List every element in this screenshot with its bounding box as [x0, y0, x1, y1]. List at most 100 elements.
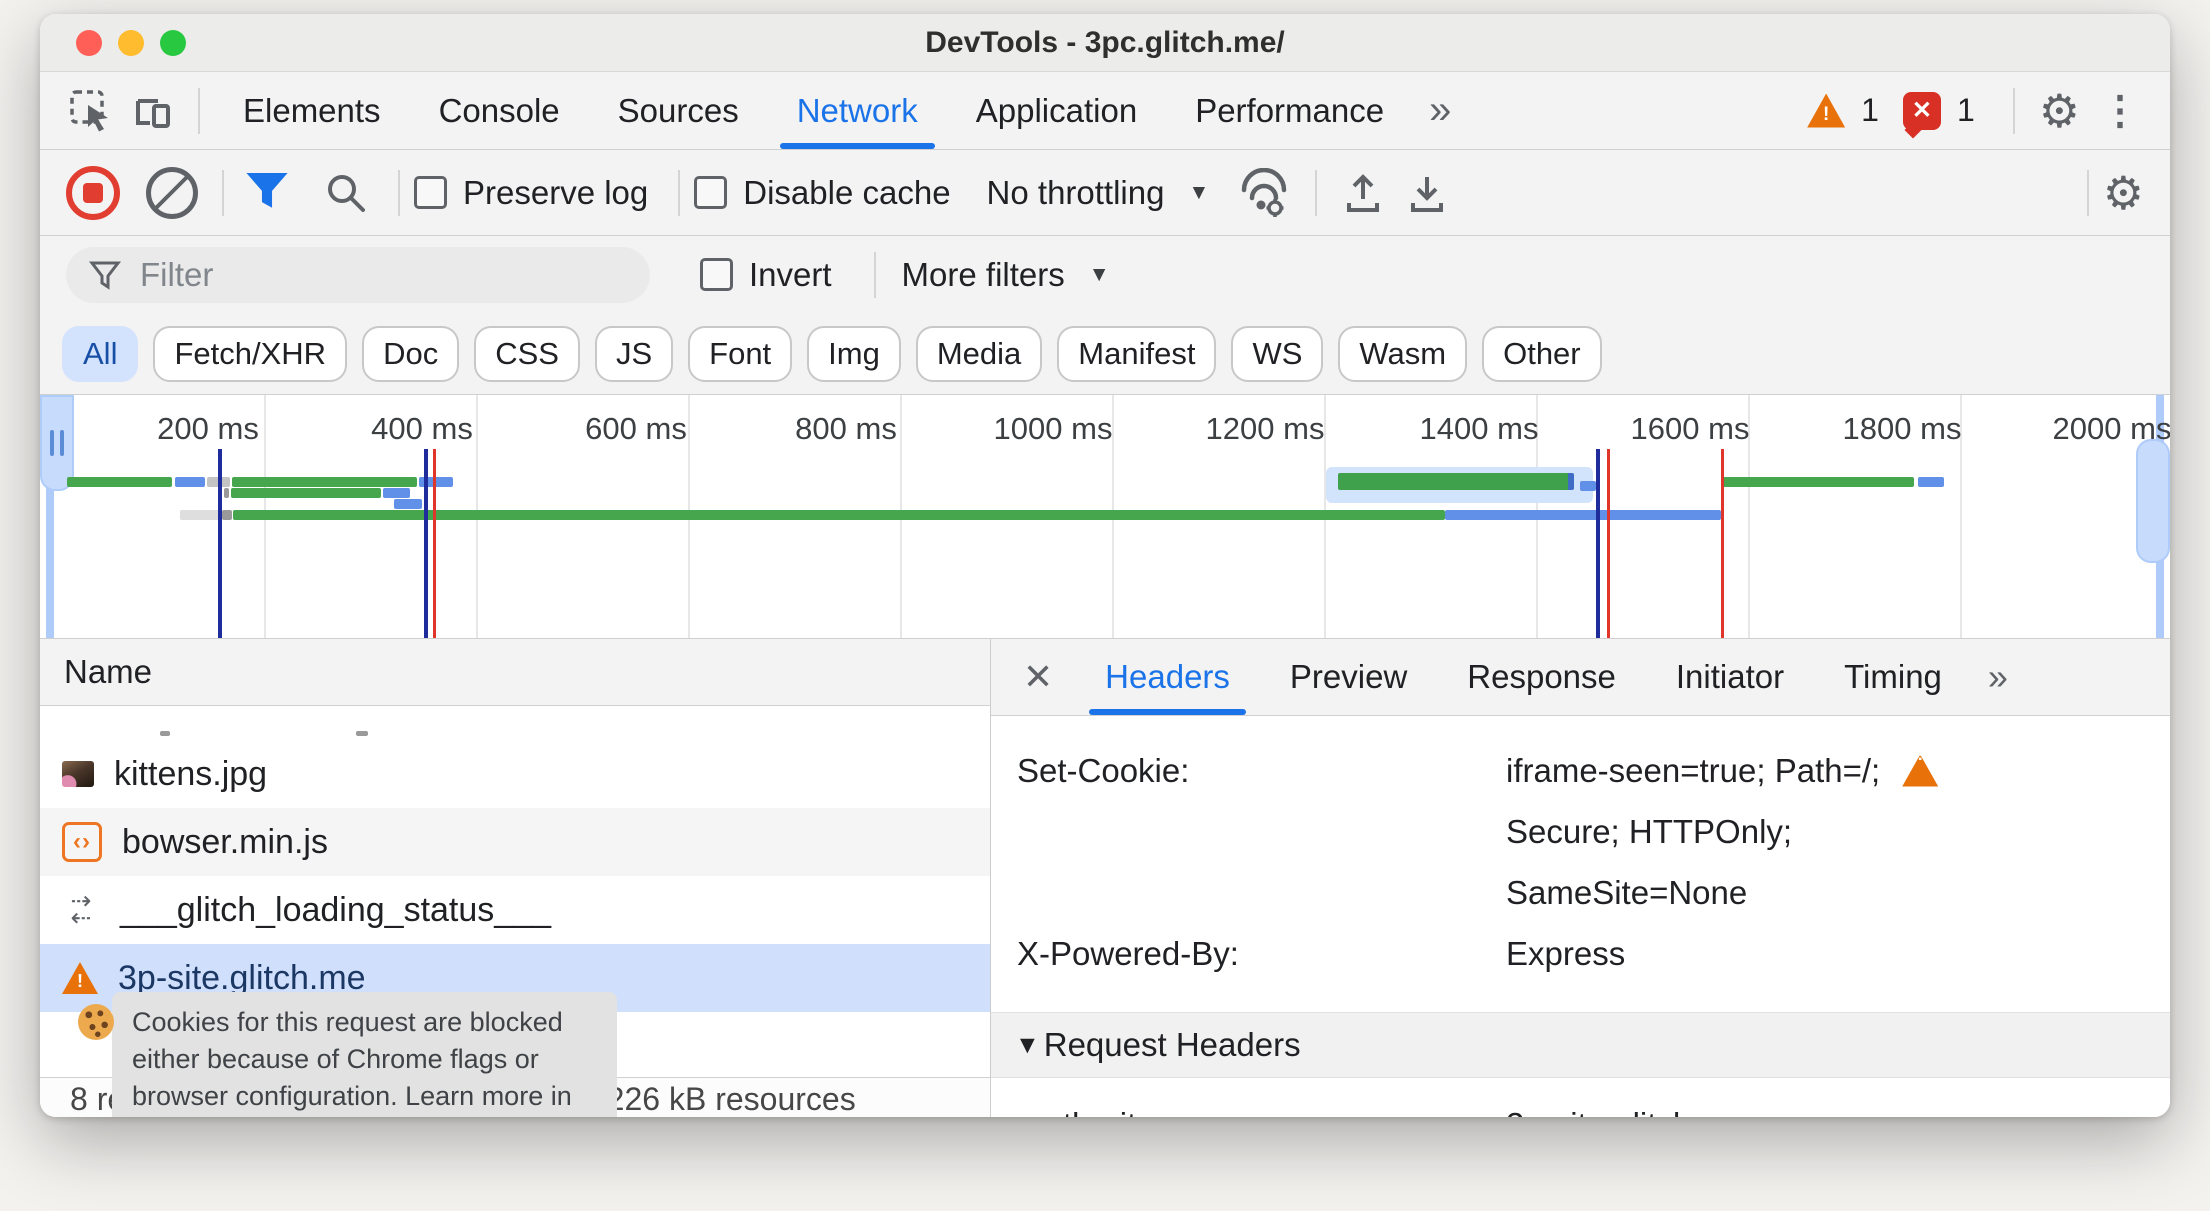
chip-wasm[interactable]: Wasm	[1338, 325, 1468, 382]
inspect-element-icon[interactable]	[68, 88, 114, 134]
request-row-glitch-loading-status[interactable]: ⇢ ⇠ ___glitch_loading_status___	[40, 876, 990, 944]
headers-content: Set-Cookie: iframe-seen=true; Path=/;! Sec…	[991, 716, 2170, 1117]
preserve-log-checkbox[interactable]	[414, 176, 447, 209]
scrolled-row-remnant	[40, 706, 990, 740]
details-tab-bar: ✕ Headers Preview Response Initiator Timing …	[991, 639, 2170, 716]
tab-application[interactable]: Application	[947, 72, 1166, 149]
search-icon[interactable]	[322, 169, 370, 217]
name-column-header[interactable]: Name	[40, 639, 990, 706]
filter-toggle-icon[interactable]	[246, 172, 288, 208]
disable-cache-checkbox[interactable]	[694, 176, 728, 209]
cookie-warning-icon[interactable]: !	[1902, 754, 1939, 787]
script-icon: ‹›	[62, 822, 102, 862]
waterfall-bar	[394, 499, 422, 509]
request-name: kittens.jpg	[114, 754, 268, 793]
header-row: :authority: 3p-site.glitch.me	[991, 1094, 2170, 1117]
header-value: SameSite=None	[1506, 874, 1748, 911]
waterfall-bar	[1918, 477, 1944, 487]
waterfall-bar	[222, 510, 232, 520]
tab-elements[interactable]: Elements	[214, 72, 410, 149]
header-value: Secure; HTTPOnly;	[1506, 813, 1793, 850]
kebab-menu-icon[interactable]: ⋮	[2090, 88, 2150, 134]
network-conditions-icon[interactable]	[1237, 167, 1291, 218]
chip-css[interactable]: CSS	[474, 325, 580, 382]
device-toolbar-icon[interactable]	[130, 88, 176, 134]
timeline-right-handle[interactable]	[2136, 439, 2170, 563]
details-tab-initiator[interactable]: Initiator	[1646, 639, 1814, 715]
network-toolbar: Preserve log Disable cache No throttling…	[40, 150, 2170, 236]
filter-placeholder: Filter	[140, 255, 214, 293]
main-tabs: Elements Console Sources Network Application…	[214, 72, 1413, 149]
chip-ws[interactable]: WS	[1231, 325, 1324, 382]
waterfall-bar	[1723, 477, 1914, 487]
header-row: X-Powered-By: Express	[991, 923, 2170, 984]
issues-warning-icon[interactable]: !	[1807, 93, 1846, 128]
waterfall-bar	[67, 477, 172, 487]
chip-img[interactable]: Img	[807, 325, 901, 382]
header-value-line: iframe-seen=true; Path=/;!	[1506, 740, 1939, 801]
chip-doc[interactable]: Doc	[362, 325, 460, 382]
details-tab-headers[interactable]: Headers	[1075, 639, 1260, 715]
zoom-window-button[interactable]	[160, 30, 186, 56]
details-pane: ✕ Headers Preview Response Initiator Timing …	[991, 639, 2170, 1117]
import-har-icon[interactable]	[1339, 169, 1387, 217]
header-value: 3p-site.glitch.me	[1506, 1094, 1746, 1117]
triangle-down-icon: ▼	[1015, 1030, 1040, 1059]
time-tick-label: 400 ms	[371, 411, 473, 446]
time-tick-label: 1400 ms	[1419, 411, 1539, 446]
details-tab-timing[interactable]: Timing	[1814, 639, 1972, 715]
clear-network-log-icon[interactable]	[146, 166, 198, 219]
network-settings-gear-icon[interactable]: ⚙	[2103, 166, 2144, 220]
details-tabs: Headers Preview Response Initiator Timing	[1075, 639, 1972, 715]
status-cluster: ! 1 ✕ 1 ⚙ ⋮	[1807, 84, 2150, 138]
details-tab-response[interactable]: Response	[1437, 639, 1646, 715]
header-value: iframe-seen=true; Path=/;	[1506, 752, 1881, 789]
chip-media[interactable]: Media	[915, 325, 1043, 382]
close-details-icon[interactable]: ✕	[1023, 656, 1053, 698]
header-values: Express	[1506, 923, 1625, 984]
waterfall-bar	[180, 510, 221, 520]
header-name: X-Powered-By:	[1017, 935, 1239, 972]
minimize-window-button[interactable]	[118, 30, 144, 56]
header-name: Set-Cookie:	[1017, 752, 1190, 789]
chip-js[interactable]: JS	[594, 325, 674, 382]
more-tabs-icon[interactable]: »	[1413, 88, 1463, 133]
more-filters-button[interactable]: More filters	[902, 256, 1065, 294]
chip-other[interactable]: Other	[1482, 325, 1602, 382]
main-tab-bar: Elements Console Sources Network Application…	[40, 72, 2170, 150]
close-window-button[interactable]	[76, 30, 102, 56]
window-title: DevTools - 3pc.glitch.me/	[925, 25, 1285, 59]
request-row-kittens-jpg[interactable]: kittens.jpg	[40, 740, 990, 808]
timeline-canvas[interactable]: 200 ms 400 ms 600 ms 800 ms 1000 ms 1200 ms 14…	[40, 395, 2170, 639]
record-network-log-button[interactable]	[66, 165, 120, 220]
filter-input[interactable]: Filter	[66, 246, 650, 303]
chevron-down-icon[interactable]: ▼	[1089, 263, 1110, 287]
tab-sources[interactable]: Sources	[589, 72, 768, 149]
chip-fetch-xhr[interactable]: Fetch/XHR	[153, 325, 348, 382]
chevron-down-icon[interactable]: ▼	[1188, 181, 1209, 205]
tab-network[interactable]: Network	[768, 72, 947, 149]
invert-checkbox[interactable]	[700, 258, 733, 291]
request-row-bowser-min-js[interactable]: ‹› bowser.min.js	[40, 808, 990, 876]
tab-console[interactable]: Console	[410, 72, 589, 149]
console-error-icon[interactable]: ✕	[1902, 91, 1941, 130]
divider	[678, 169, 681, 216]
bottom-split: Name kittens.jpg ‹› bowser.min.js ⇢ ⇠ ___glit…	[40, 639, 2170, 1117]
tab-performance[interactable]: Performance	[1166, 72, 1413, 149]
divider	[2012, 87, 2015, 134]
more-details-tabs-icon[interactable]: »	[1972, 656, 2020, 698]
details-tab-preview[interactable]: Preview	[1260, 639, 1437, 715]
chip-all[interactable]: All	[62, 325, 139, 382]
chip-manifest[interactable]: Manifest	[1057, 325, 1217, 382]
time-tick-label: 2000 ms	[2052, 411, 2170, 446]
settings-gear-icon[interactable]: ⚙	[2039, 84, 2080, 138]
headers-list: Set-Cookie: iframe-seen=true; Path=/;! Sec…	[991, 716, 2170, 984]
chip-font[interactable]: Font	[688, 325, 793, 382]
preserve-log-label: Preserve log	[463, 173, 649, 211]
export-har-icon[interactable]	[1403, 169, 1451, 217]
request-headers-section[interactable]: ▼ Request Headers	[991, 1012, 2170, 1078]
waterfall-bar	[1445, 510, 1721, 520]
selected-request-bar[interactable]	[1338, 473, 1574, 490]
throttling-select[interactable]: No throttling	[987, 174, 1165, 212]
header-row: Set-Cookie: iframe-seen=true; Path=/;! Sec…	[991, 740, 2170, 923]
